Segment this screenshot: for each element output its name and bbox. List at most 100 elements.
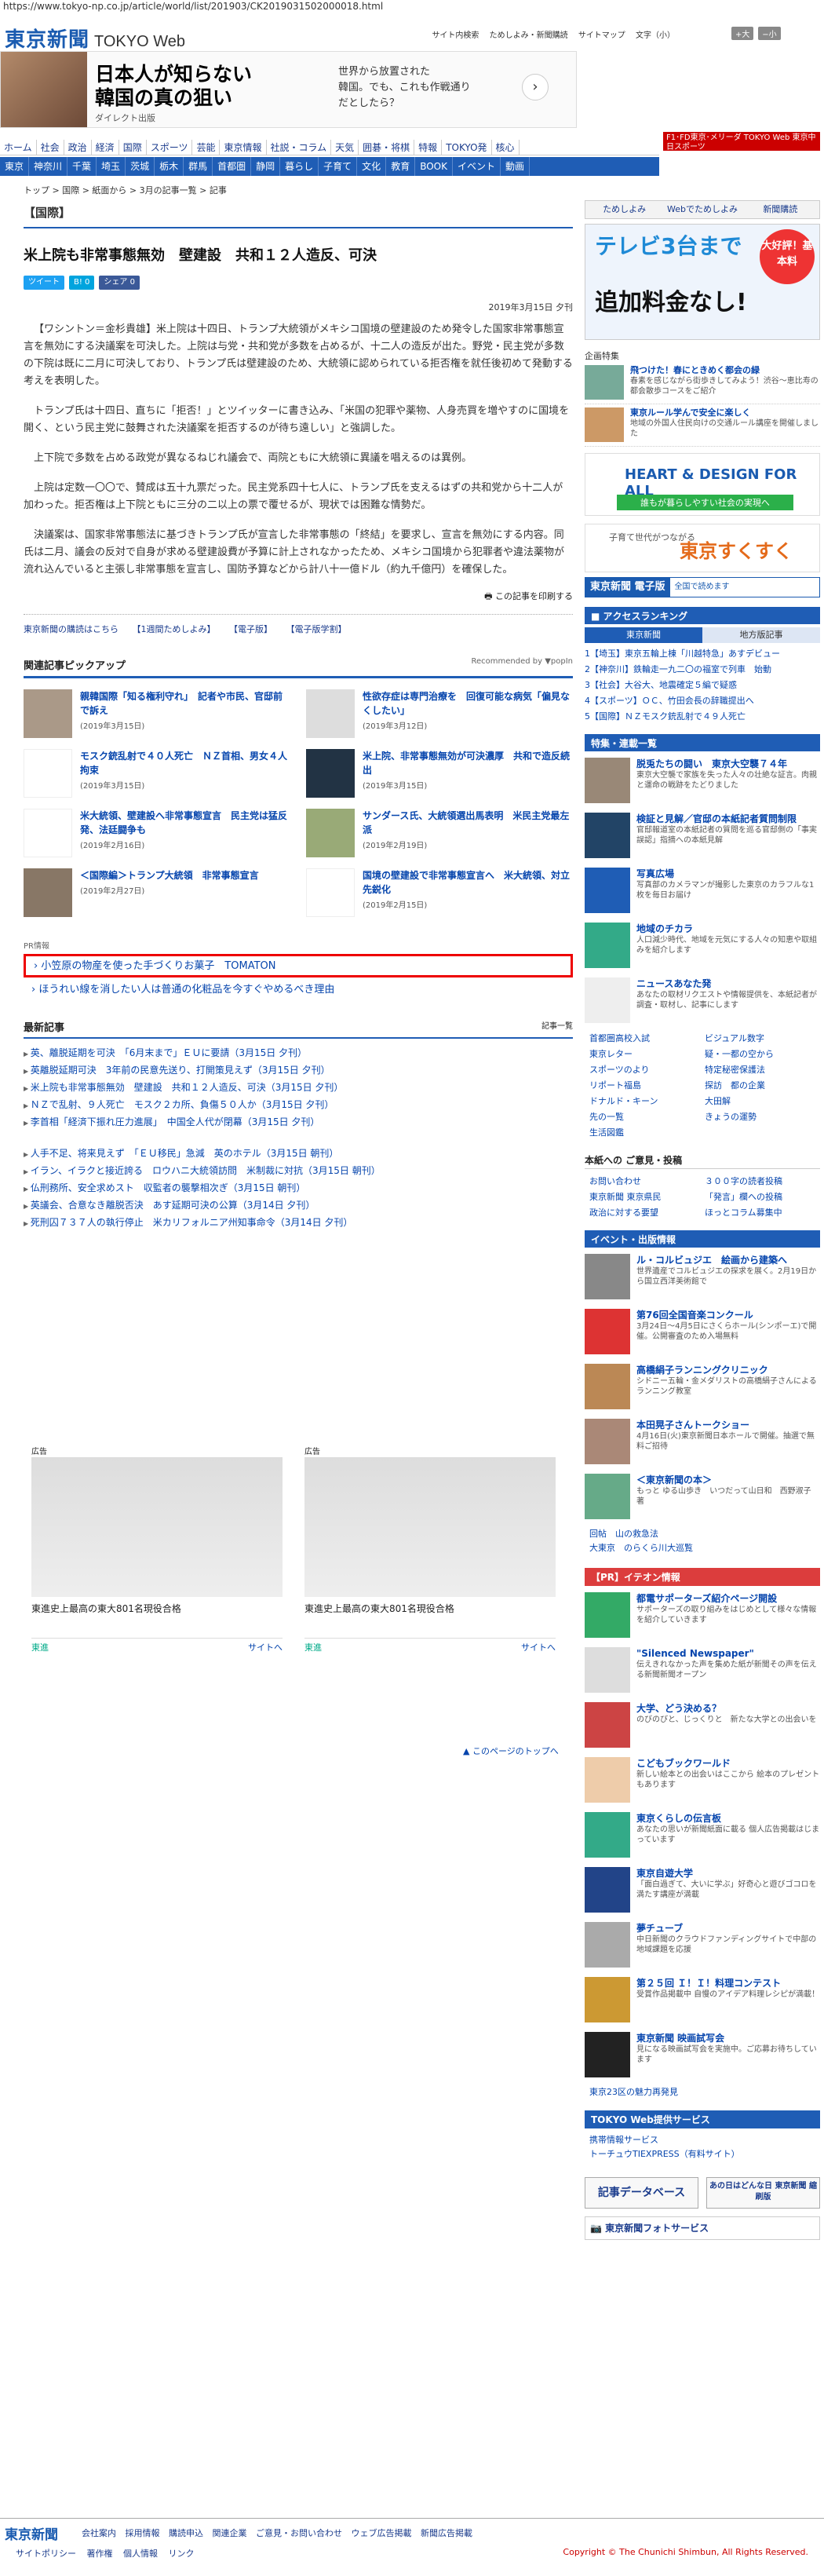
latest-item[interactable]: イラン、イラクと接近誇る ロウハニ大統領訪問 米制裁に対抗（3月15日 朝刊） [24,1163,573,1180]
opinion-link[interactable]: 「発言」欄への投稿 [705,1189,820,1205]
heart-design-banner[interactable]: HEART & DESIGN FOR ALL 誰もが暮らしやすい社会の実現へ [585,453,820,516]
ieon-item[interactable]: 第２５回 Ｉ！Ｉ！料理コンテスト 受賞作品掲載中 自慢のアイデア料理レシピが満載！ [585,1977,820,2026]
top-advertisement[interactable]: 日本人が知らない 韓国の真の狙い ダイレクト出版 世界から放置された 韓国。でも… [0,51,577,128]
address-bar[interactable]: https://www.tokyo-np.co.jp/article/world… [0,0,824,13]
feature-link[interactable]: リポート福島 [589,1078,705,1094]
nav-item[interactable]: 子育て [319,157,358,176]
footer-link[interactable]: ウェブ広告掲載 [352,2528,412,2538]
nav-item[interactable]: ホーム [0,140,37,155]
ad-card[interactable]: 広告 東進史上最高の東大801名現役合格 東進 サイトへ [31,1445,283,1664]
event-item[interactable]: 本田晃子さんトークショー 4月16日(火)東京新聞日本ホールで開催。抽選で無料ご招… [585,1419,820,1467]
feature-link[interactable]: 先の一覧 [589,1109,705,1125]
tweet-button[interactable]: ツイート [24,276,64,290]
feature-link[interactable]: きょうの運勢 [705,1109,820,1125]
opinion-link[interactable]: ほっとコラム募集中 [705,1205,820,1221]
ieon-item[interactable]: 都電サポーターズ紹介ページ開設 サポーターズの取り組みをはじめとして様々な情報を紹… [585,1592,820,1641]
feature-item[interactable]: 検証と見解／官邸の本紙記者質問制限 官邸報道室の本紙記者の質問を巡る官邸側の「事実… [585,813,820,861]
event-item[interactable]: 第76回全国音楽コンクール 3月24日〜4月5日にさくらホール(シンポーエ)で開催… [585,1309,820,1357]
nav-item[interactable]: 社説・コラム [267,140,332,155]
latest-item[interactable]: 米上院も非常事態無効 壁建設 共和１２人造反、可決（3月15日 夕刊） [24,1080,573,1097]
featured-item[interactable]: 飛つけた！春にときめく都会の緑 春素を感じながら街歩きしてみよう！渋谷〜恵比寿の都… [585,365,820,404]
hatena-button[interactable]: B! 0 [69,276,95,290]
ieon-item[interactable]: 東京新聞 映画試写会 見になる映画試写会を実施中。ご応募お待ちしています [585,2032,820,2081]
nav-item[interactable]: 核心 [492,140,520,155]
footer-link[interactable]: 購読申込 [169,2528,203,2538]
ranking-item[interactable]: 2【神奈川】鉄輪走一九二〇の福室で列車 始動 [585,662,820,678]
footer-link[interactable]: 採用情報 [126,2528,160,2538]
nav-item[interactable]: 芸能 [192,140,221,155]
ieon-item[interactable]: "Silenced Newspaper" 伝えきれなかった声を集めた紙が新聞その声… [585,1647,820,1696]
font-down-button[interactable]: −小 [758,27,781,40]
feature-link[interactable]: 探訪 都の企業 [705,1078,820,1094]
ieon-item[interactable]: 東京くらしの伝言板 あなたの思いが新聞紙面に載る 個人広告掲載はじまっています [585,1812,820,1861]
footer-link[interactable]: サイトポリシー [16,2549,76,2559]
nav-item[interactable]: 社会 [37,140,64,155]
latest-item[interactable]: 李首相「経済下振れ圧力進展」 中国全人代が閉幕（3月15日 夕刊） [24,1114,573,1131]
feature-link[interactable]: 生活図鑑 [589,1125,705,1141]
service-link[interactable]: 携帯情報サービス [589,2133,820,2147]
feature-link[interactable]: スポーツのより [589,1062,705,1078]
event-link[interactable]: 大東京 のらくら川大巡覧 [589,1541,820,1555]
nav-item[interactable]: 教育 [386,157,416,176]
pickup-item[interactable]: 米大統領、壁建設へ非常事態宣言 民主党は猛反発、法廷闘争も (2019年2月16日… [24,809,290,859]
footer-link[interactable]: 著作権 [87,2549,113,2559]
feature-item[interactable]: 写真広場 写真部のカメラマンが撮影した東京のカラフルな1枚を毎日お届け [585,868,820,916]
event-item[interactable]: ＜東京新聞の本＞ もっと ゆる山歩き いつだって山日和 西野淑子 著 [585,1474,820,1522]
ad-site-link[interactable]: サイトへ [521,1639,556,1657]
tab-local[interactable]: 地方版記事 [702,627,820,643]
popin-credit[interactable]: Recommended by ▼popIn [471,657,573,672]
header-link[interactable]: ためしよみ・新聞購読 [490,31,568,40]
pickup-item[interactable]: サンダース氏、大統領選出馬表明 米民主党最左派 (2019年2月19日) [306,809,573,859]
nav-item[interactable]: 国際 [119,140,147,155]
nav-item[interactable]: 囲碁・将棋 [359,140,415,155]
ieon-item[interactable]: 夢チューブ 中日新聞のクラウドファンディングサイトで中部の地域課題を応援 [585,1922,820,1971]
font-up-button[interactable]: +大 [731,27,754,40]
subscribe-button[interactable]: 新聞購読 [742,201,819,218]
pickup-item[interactable]: 国境の壁建設で非常事態宣言へ 米大統領、対立先鋭化 (2019年2月15日) [306,868,573,919]
nav-item[interactable]: 静岡 [251,157,281,176]
latest-item[interactable]: 英、離脱延期を可決 「6月末まで」ＥＵに要請（3月15日 夕刊） [24,1045,573,1062]
facebook-share-button[interactable]: シェア 0 [99,276,140,290]
nav-item[interactable]: 埼玉 [97,157,126,176]
nav-item[interactable]: 文化 [357,157,387,176]
nav-item[interactable]: 栃木 [155,157,184,176]
sukusuku-banner[interactable]: 子育て世代がつながる 東京すくすく [585,524,820,572]
footer-link[interactable]: 会社案内 [82,2528,116,2538]
nav-item[interactable]: TOKYO発 [442,140,492,155]
back-to-top-link[interactable]: ▲ このページのトップへ [463,1745,559,1757]
nav-item[interactable]: 暮らし [280,157,319,176]
article-database-button[interactable]: 記事データベース [585,2177,698,2209]
feature-link[interactable]: 疑・一都の空から [705,1047,820,1062]
nav-item[interactable]: 首都圏 [213,157,252,176]
footer-link[interactable]: 新聞広告掲載 [421,2528,472,2538]
ad-arrow-icon[interactable]: › [522,74,549,100]
header-link[interactable]: サイト内検索 [432,31,479,40]
ieon-link[interactable]: 東京23区の魅力再発見 [585,2085,820,2099]
header-link[interactable]: サイトマップ [578,31,625,40]
subscribe-link[interactable]: 【電子版学割】 [286,624,347,634]
footer-logo[interactable]: 東京新聞 [5,2523,58,2543]
subscribe-link[interactable]: 【1週間ためしよみ】 [133,624,216,634]
latest-item[interactable]: 英離脱延期可決 3年前の民意先送り、打開策見えず（3月15日 夕刊） [24,1062,573,1080]
subscribe-link[interactable]: 【電子版】 [229,624,272,634]
opinion-link[interactable]: お問い合わせ [589,1174,705,1189]
header-link[interactable]: 文字（小） [636,31,675,40]
nav-item[interactable]: 茨城 [126,157,155,176]
feature-link[interactable]: ドナルド・キーン [589,1094,705,1109]
ranking-item[interactable]: 4【スポーツ】ＯＣ、竹田会長の辞職提出へ [585,693,820,709]
pr-link[interactable]: › ほうれい線を消したい人は普通の化粧品を今すぐやめるべき理由 [24,981,573,996]
nav-item[interactable]: 経済 [92,140,119,155]
photo-service-link[interactable]: 📷 東京新聞フォトサービス [585,2216,820,2240]
site-logo[interactable]: 東京新聞 TOKYO Web [5,24,185,53]
nav-item[interactable]: 政治 [64,140,92,155]
nav-item[interactable]: 特報 [414,140,443,155]
feature-link[interactable]: ビジュアル数字 [705,1031,820,1047]
feature-link[interactable]: 首都圏高校入試 [589,1031,705,1047]
feature-link[interactable]: 東京レター [589,1047,705,1062]
ranking-item[interactable]: 1【埼玉】東京五輪上棟「川越特急」あすデビュー [585,646,820,662]
footer-link[interactable]: 個人情報 [123,2549,158,2559]
feature-item[interactable]: 地域のチカラ 人口減少時代、地域を元気にする人々の知恵や取組みを紹介します [585,923,820,971]
latest-item[interactable]: 仏刑務所、安全求めスト 収監者の襲撃相次ぎ（3月15日 朝刊） [24,1180,573,1197]
subscribe-link[interactable]: 東京新聞の購読はこちら [24,624,118,634]
nav-item[interactable]: 千葉 [67,157,97,176]
